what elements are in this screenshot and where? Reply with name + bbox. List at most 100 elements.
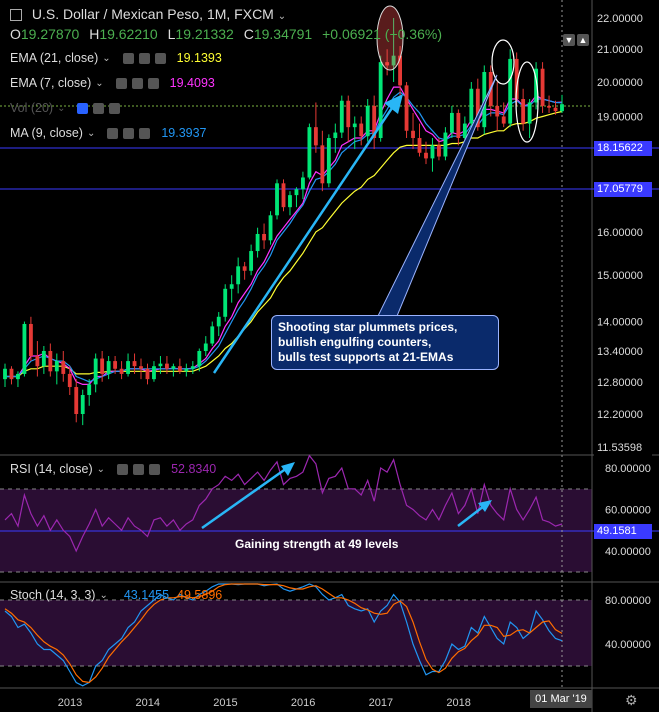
candle-body <box>93 358 98 385</box>
settings-icon[interactable] <box>123 127 135 139</box>
price-tick-label: 13.40000 <box>597 346 643 358</box>
candle-body <box>456 112 461 139</box>
candle-body <box>449 112 454 133</box>
rsi-value: 52.8340 <box>171 462 217 476</box>
candle-body <box>210 326 215 344</box>
candle-body <box>113 361 118 369</box>
candle-body <box>307 127 312 178</box>
support-price-tag-2: 17.05779 <box>594 182 652 197</box>
ohlc-open: 19.27870 <box>20 26 80 42</box>
eye-icon[interactable] <box>115 77 127 89</box>
candle-body <box>424 152 428 159</box>
price-tick-label: 12.20000 <box>597 409 643 421</box>
gear-icon[interactable]: ⚙ <box>625 692 638 709</box>
rsi-tick-label: 60.00000 <box>605 505 651 517</box>
candle-body <box>223 288 228 317</box>
candle-body <box>443 132 448 157</box>
candle-body <box>430 145 435 159</box>
candle-body <box>139 366 143 369</box>
ohlc-low: 19.21332 <box>175 26 234 42</box>
stoch-tick-label: 80.00000 <box>605 595 651 607</box>
callout-box: Shooting star plummets prices, bullish e… <box>271 315 499 370</box>
settings-icon[interactable] <box>131 77 143 89</box>
candle-body <box>495 105 500 117</box>
settings-icon[interactable] <box>133 463 145 475</box>
close-icon[interactable] <box>147 77 159 89</box>
candle-body <box>346 100 351 128</box>
collapse-icon[interactable] <box>10 9 22 22</box>
eye-icon[interactable] <box>107 127 119 139</box>
indicator-rsi[interactable]: RSI (14, close) ⌄ 52.8340 <box>10 462 216 476</box>
price-tick-label: 16.00000 <box>597 227 643 239</box>
candle-body <box>404 85 409 131</box>
candle-body <box>288 195 292 208</box>
low-price-label: 11.53598 <box>594 441 652 456</box>
candle-body <box>48 350 53 372</box>
settings-icon[interactable] <box>93 102 105 114</box>
ema21-value: 19.1393 <box>176 51 222 65</box>
chart-title: U.S. Dollar / Mexican Peso, 1M, FXCM <box>31 6 274 22</box>
price-tick-label: 15.00000 <box>597 270 643 282</box>
callout-line-1: Shooting star plummets prices, <box>278 320 458 334</box>
candle-body <box>547 105 551 108</box>
candle-body <box>540 68 545 106</box>
candle-body <box>126 361 130 374</box>
indicator-ema7[interactable]: EMA (7, close) ⌄ 19.4093 <box>10 76 215 90</box>
callout-line-3: bulls test supports at 21-EMAs <box>278 350 454 364</box>
candle-body <box>268 215 273 241</box>
year-tick-label: 2018 <box>446 697 470 709</box>
ema7-value: 19.4093 <box>169 76 215 90</box>
candle-body <box>106 361 111 374</box>
close-icon[interactable] <box>139 127 151 139</box>
indicator-vol[interactable]: Vol (20) ⌄ <box>10 101 121 115</box>
candle-body <box>67 373 72 388</box>
indicator-stoch[interactable]: Stoch (14, 3, 3) ⌄ 43.1455 49.5896 <box>10 588 222 602</box>
rsi-note: Gaining strength at 49 levels <box>235 537 399 551</box>
year-tick-label: 2016 <box>291 697 315 709</box>
candle-body <box>132 361 137 367</box>
price-tick-label: 19.00000 <box>597 111 643 123</box>
candle-body <box>313 127 318 146</box>
rsi-price-tag: 49.1581 <box>594 524 652 539</box>
settings-icon[interactable] <box>138 52 150 64</box>
scroll-down-icon[interactable]: ▼ <box>563 34 575 46</box>
candle-body <box>462 123 467 139</box>
candle-body <box>190 366 195 369</box>
eye-icon[interactable] <box>117 463 129 475</box>
indicator-ema21[interactable]: EMA (21, close) ⌄ 19.1393 <box>10 51 222 65</box>
chevron-down-icon[interactable]: ⌄ <box>278 11 286 22</box>
ohlc-change: +0.06921 (+0.36%) <box>322 26 442 42</box>
candle-body <box>119 368 124 374</box>
ohlc-row: O19.27870 H19.62210 L19.21332 C19.34791 … <box>10 26 442 42</box>
candle-body <box>560 104 564 112</box>
candle-body <box>80 395 85 414</box>
candle-body <box>87 384 92 396</box>
close-icon[interactable] <box>149 463 161 475</box>
candle-body <box>171 366 176 369</box>
candle-body <box>249 251 254 271</box>
candle-body <box>184 368 189 372</box>
candle-body <box>281 183 286 208</box>
candle-body <box>203 343 208 351</box>
candle-body <box>339 100 344 133</box>
candle-body <box>229 284 234 289</box>
maximize-icon[interactable]: ▲ <box>577 34 589 46</box>
candle-body <box>158 363 163 367</box>
candle-body <box>320 145 325 184</box>
ma9-value: 19.3937 <box>161 126 207 140</box>
eye-icon[interactable] <box>77 102 89 114</box>
price-tick-label: 14.00000 <box>597 317 643 329</box>
chart-title-row: U.S. Dollar / Mexican Peso, 1M, FXCM ⌄ <box>10 6 294 22</box>
candle-body <box>469 88 474 124</box>
eye-icon[interactable] <box>122 52 134 64</box>
candle-body <box>255 233 260 252</box>
candle-body <box>236 266 241 285</box>
close-icon[interactable] <box>154 52 166 64</box>
candle-body <box>301 177 305 190</box>
indicator-ma9[interactable]: MA (9, close) ⌄ 19.3937 <box>10 126 207 140</box>
cursor-date-label: 01 Mar '19 <box>530 690 592 708</box>
close-icon[interactable] <box>109 102 121 114</box>
rsi-tick-label: 40.00000 <box>605 546 651 558</box>
callout-line-2: bullish engulfing counters, <box>278 335 432 349</box>
candle-body <box>352 123 357 128</box>
